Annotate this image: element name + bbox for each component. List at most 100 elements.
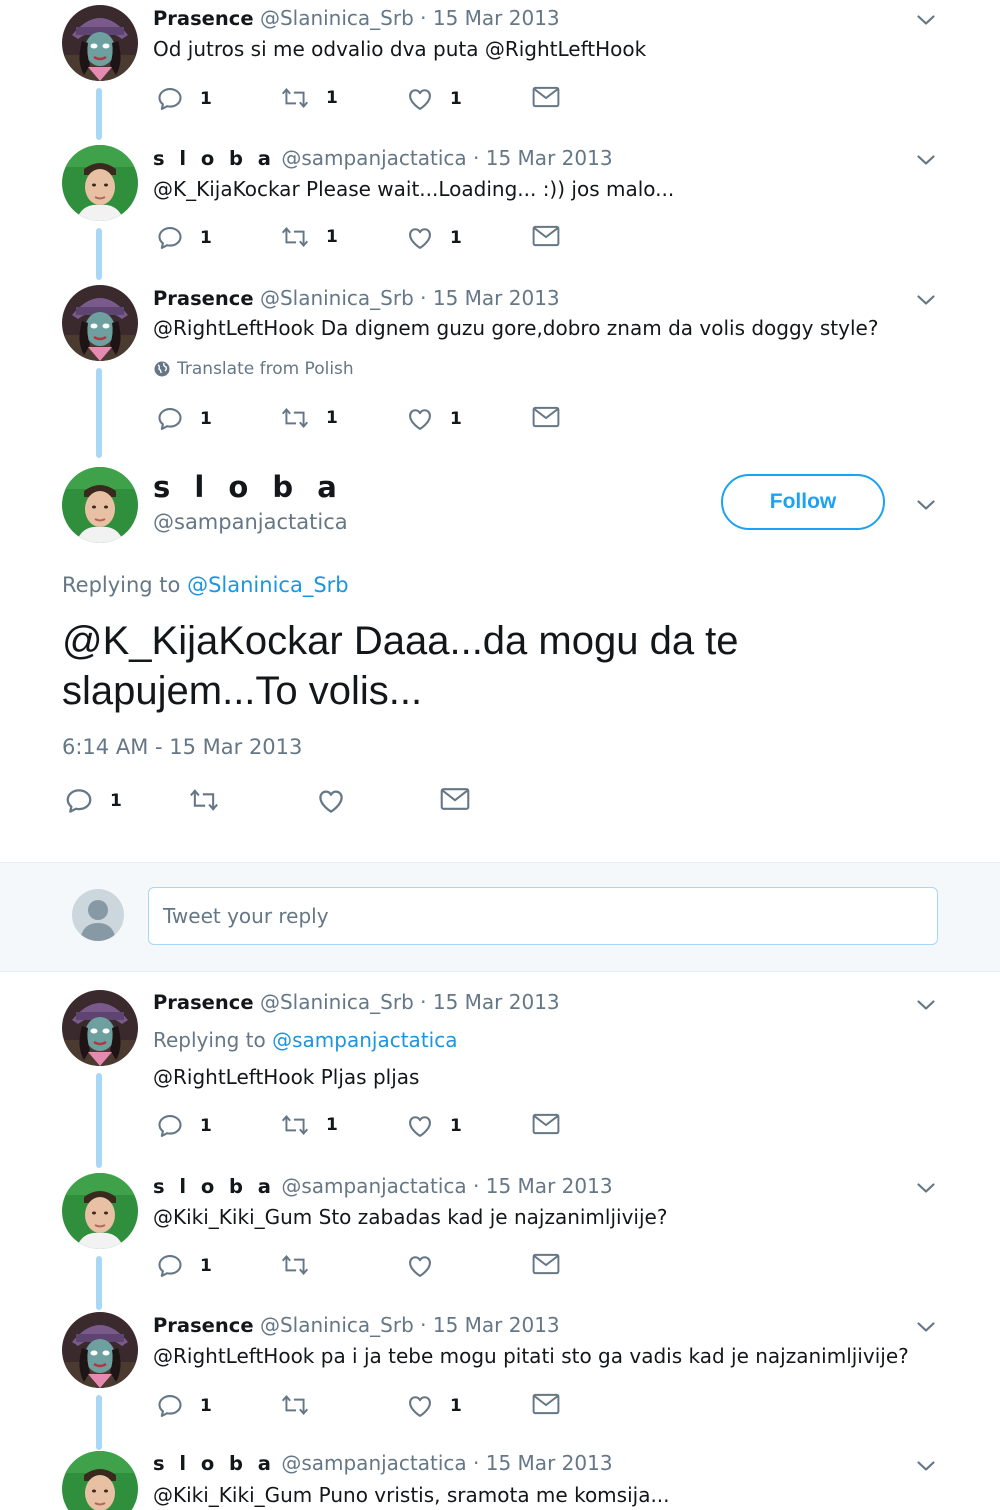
like-button[interactable]: 1 [406, 85, 462, 113]
direct-message-button[interactable] [532, 1252, 560, 1276]
reply-input[interactable]: Tweet your reply [148, 887, 938, 945]
display-name[interactable]: s l o b a [153, 147, 275, 170]
tweet-text: @RightLeftHook pa i ja tebe mogu pitati … [153, 1344, 909, 1368]
direct-message-button[interactable] [440, 786, 470, 812]
like-button[interactable]: 1 [406, 1112, 462, 1140]
handle[interactable]: @Slaninica_Srb [260, 286, 414, 310]
reply-composer: Tweet your reply [0, 862, 1000, 972]
date[interactable]: · 15 Mar 2013 [473, 1451, 613, 1475]
chevron-down-icon[interactable] [914, 148, 938, 172]
chevron-down-icon[interactable] [914, 288, 938, 312]
reply-button[interactable]: 1 [156, 85, 212, 113]
timestamp[interactable]: 6:14 AM - 15 Mar 2013 [62, 735, 302, 759]
display-name[interactable]: Prasence [153, 991, 254, 1014]
tweet-text: Od jutros si me odvalio dva puta @RightL… [153, 37, 647, 61]
handle[interactable]: @sampanjactatica [153, 510, 348, 534]
reply-icon [156, 224, 184, 252]
retweet-button[interactable] [280, 1252, 310, 1278]
like-button[interactable]: 1 [406, 1392, 462, 1420]
tweet-header: Prasence @Slaninica_Srb · 15 Mar 2013 [153, 989, 560, 1016]
tweet-header: Prasence @Slaninica_Srb · 15 Mar 2013 [153, 1312, 560, 1339]
avatar[interactable] [62, 5, 138, 81]
reply-button[interactable]: 1 [156, 1252, 212, 1280]
reply-count: 1 [200, 1116, 212, 1136]
direct-message-icon [532, 405, 560, 429]
retweet-icon [280, 1112, 310, 1138]
date[interactable]: · 15 Mar 2013 [473, 1174, 613, 1198]
reply-button[interactable]: 1 [156, 224, 212, 252]
tweet-text: @RightLeftHook Pljas pljas [153, 1065, 420, 1089]
handle[interactable]: @Slaninica_Srb [260, 1313, 414, 1337]
retweet-button[interactable]: 1 [280, 85, 338, 111]
handle[interactable]: @sampanjactatica [281, 1451, 466, 1475]
reply-button[interactable]: 1 [156, 1392, 212, 1420]
like-count: 1 [450, 409, 462, 429]
date[interactable]: · 15 Mar 2013 [473, 146, 613, 170]
display-name[interactable]: s l o b a [153, 1175, 275, 1198]
like-button[interactable] [316, 786, 346, 816]
tweet[interactable]: Prasence @Slaninica_Srb · 15 Mar 2013 Od… [0, 0, 1000, 140]
avatar[interactable] [62, 1312, 138, 1388]
tweet-actions: 1 1 1 [156, 85, 586, 115]
translate-label[interactable]: Translate from Polish [177, 359, 354, 379]
handle[interactable]: @Slaninica_Srb [260, 990, 414, 1014]
tweet[interactable]: s l o b a @sampanjactatica · 15 Mar 2013… [0, 1450, 1000, 1510]
display-name[interactable]: s l o b a [153, 470, 344, 504]
chevron-down-icon[interactable] [914, 1454, 938, 1478]
like-icon [406, 1392, 434, 1420]
handle[interactable]: @Slaninica_Srb [260, 6, 414, 30]
chevron-down-icon[interactable] [914, 493, 938, 517]
display-name[interactable]: Prasence [153, 1314, 254, 1337]
translate-link[interactable]: Translate from Polish [153, 359, 354, 379]
replying-to-link[interactable]: @sampanjactatica [272, 1028, 457, 1052]
avatar[interactable] [62, 1173, 138, 1249]
handle[interactable]: @sampanjactatica [281, 146, 466, 170]
like-button[interactable]: 1 [406, 405, 462, 433]
avatar[interactable] [62, 285, 138, 361]
reply-button[interactable]: 1 [156, 405, 212, 433]
reply-icon [156, 1112, 184, 1140]
date[interactable]: · 15 Mar 2013 [420, 6, 560, 30]
tweet-text: @K_KijaKockar Daaa...da mogu da te slapu… [62, 619, 739, 713]
avatar[interactable] [62, 145, 138, 221]
replying-to-link[interactable]: @Slaninica_Srb [187, 573, 349, 597]
direct-message-button[interactable] [532, 405, 560, 429]
globe-icon [154, 361, 170, 377]
retweet-button[interactable] [280, 1392, 310, 1418]
reply-button[interactable]: 1 [156, 1112, 212, 1140]
like-button[interactable]: 1 [406, 224, 462, 252]
date[interactable]: · 15 Mar 2013 [420, 990, 560, 1014]
avatar[interactable] [62, 467, 138, 543]
chevron-down-icon[interactable] [914, 1176, 938, 1200]
retweet-button[interactable]: 1 [280, 1112, 338, 1138]
avatar[interactable] [62, 1451, 138, 1510]
tweet[interactable]: s l o b a @sampanjactatica · 15 Mar 2013… [0, 140, 1000, 280]
display-name[interactable]: s l o b a [153, 1452, 275, 1475]
reply-button[interactable]: 1 [64, 786, 122, 816]
tweet[interactable]: s l o b a @sampanjactatica · 15 Mar 2013… [0, 1170, 1000, 1310]
tweet[interactable]: Prasence @Slaninica_Srb · 15 Mar 2013 @R… [0, 1310, 1000, 1450]
avatar[interactable] [62, 990, 138, 1066]
chevron-down-icon[interactable] [914, 8, 938, 32]
tweet[interactable]: Prasence @Slaninica_Srb · 15 Mar 2013 @R… [0, 280, 1000, 460]
date[interactable]: · 15 Mar 2013 [420, 1313, 560, 1337]
like-icon [316, 786, 346, 816]
display-name[interactable]: Prasence [153, 287, 254, 310]
chevron-down-icon[interactable] [914, 993, 938, 1017]
direct-message-button[interactable] [532, 1392, 560, 1416]
direct-message-button[interactable] [532, 224, 560, 248]
retweet-button[interactable]: 1 [280, 405, 338, 431]
follow-button[interactable]: Follow [721, 474, 885, 530]
retweet-button[interactable]: 1 [280, 224, 338, 250]
retweet-button[interactable] [188, 786, 220, 814]
chevron-down-icon[interactable] [914, 1315, 938, 1339]
direct-message-button[interactable] [532, 1112, 560, 1136]
like-button[interactable] [406, 1252, 434, 1280]
direct-message-button[interactable] [532, 85, 560, 109]
tweet[interactable]: Prasence @Slaninica_Srb · 15 Mar 2013 Re… [0, 985, 1000, 1170]
display-name[interactable]: Prasence [153, 7, 254, 30]
retweet-icon [188, 786, 220, 814]
handle[interactable]: @sampanjactatica [281, 1174, 466, 1198]
date[interactable]: · 15 Mar 2013 [420, 286, 560, 310]
like-count: 1 [450, 1396, 462, 1416]
